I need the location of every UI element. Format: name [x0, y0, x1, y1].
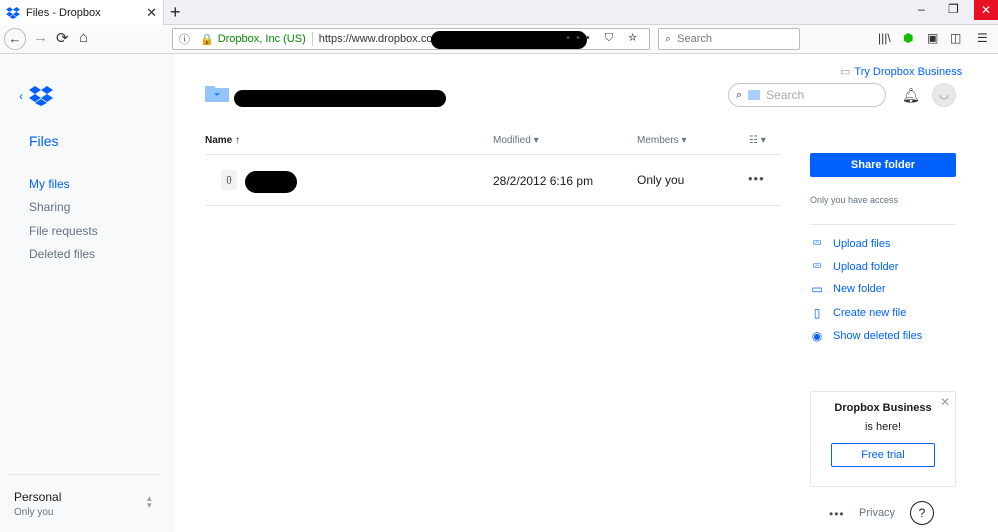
sidebar-section-files[interactable]: Files	[29, 133, 59, 149]
sidebar: ‹ Files My files Sharing File requests D…	[0, 54, 174, 532]
redacted-file-name	[245, 171, 297, 193]
new-folder-action[interactable]: ▭ New folder	[810, 282, 886, 296]
new-tab-button[interactable]: +	[170, 2, 181, 23]
lock-icon: 🔒	[200, 33, 214, 46]
show-deleted-files-action[interactable]: ◉ Show deleted files	[810, 329, 923, 343]
free-trial-button[interactable]: Free trial	[831, 443, 935, 467]
file-table-header: Name ↑ Modified ▾ Members ▾ ☷ ▾	[205, 135, 781, 155]
promo-title: Dropbox Business	[834, 402, 932, 414]
column-members[interactable]: Members ▾	[637, 135, 686, 146]
browser-search-placeholder: Search	[677, 33, 713, 45]
upload-folder-action[interactable]: ⮹ Upload folder	[810, 259, 898, 274]
sidebar-item-my-files[interactable]: My files	[29, 177, 70, 191]
back-button[interactable]: ←	[4, 28, 26, 50]
close-window-button[interactable]: ✕	[974, 0, 998, 20]
dropbox-favicon-icon	[6, 6, 20, 19]
sidebar-item-file-requests[interactable]: File requests	[29, 224, 98, 238]
briefcase-icon: ▭	[840, 66, 851, 78]
account-name[interactable]: Personal	[14, 490, 61, 504]
collapse-sidebar-icon[interactable]: ‹	[19, 89, 23, 103]
forward-button[interactable]: →	[33, 29, 48, 46]
info-icon[interactable]: ⓘ	[179, 31, 190, 47]
promo-subtitle: is here!	[864, 421, 902, 433]
privacy-link[interactable]: Privacy	[859, 507, 895, 519]
dropbox-search-input[interactable]: ⌕ Search	[728, 83, 886, 107]
sidebar-item-sharing[interactable]: Sharing	[29, 200, 70, 214]
browser-search-box[interactable]: ⌕ Search	[658, 28, 800, 50]
help-button[interactable]: ?	[910, 501, 934, 525]
upload-folder-icon: ⮹	[812, 259, 822, 273]
close-promo-icon[interactable]: ✕	[940, 395, 950, 409]
upload-file-icon: ⮹	[812, 236, 822, 250]
create-new-file-action[interactable]: ▯ Create new file	[810, 306, 907, 320]
cell-modified: 28/2/2012 6:16 pm	[493, 174, 594, 188]
address-bar[interactable]: ⓘ 🔒 Dropbox, Inc (US) https://www.dropbo…	[172, 28, 650, 50]
footer-more-icon[interactable]: •••	[829, 507, 845, 521]
reload-button[interactable]: ⟳	[56, 29, 69, 47]
menu-icon[interactable]: ☰	[977, 31, 988, 45]
shared-folder-icon	[205, 86, 229, 102]
home-button[interactable]: ⌂	[79, 29, 88, 46]
dropbox-search-placeholder: Search	[766, 88, 805, 102]
eye-icon: ◉	[811, 329, 823, 343]
table-row[interactable]: {} 28/2/2012 6:16 pm Only you •••	[205, 154, 781, 206]
tab-title: Files - Dropbox	[26, 6, 101, 19]
restore-button[interactable]: ❐	[948, 2, 959, 16]
dropbox-logo-icon[interactable]	[29, 86, 53, 106]
browser-tab[interactable]: Files - Dropbox ✕	[0, 0, 164, 25]
redacted-folder-title	[234, 90, 446, 107]
sidebar-divider	[8, 474, 160, 475]
url-divider	[311, 32, 313, 46]
sidebar-toggle-icon[interactable]: ◫	[950, 31, 961, 45]
new-file-icon: ▯	[813, 306, 821, 320]
create-new-file-label: Create new file	[833, 307, 907, 319]
avatar[interactable]: ◡	[932, 83, 956, 107]
upload-folder-label: Upload folder	[833, 260, 899, 273]
extension-icon[interactable]: ⬢	[903, 31, 913, 45]
upload-files-action[interactable]: ⮹ Upload files	[810, 236, 890, 251]
column-name[interactable]: Name ↑	[205, 135, 240, 146]
notifications-bell-icon[interactable]: 🔔︎	[902, 87, 920, 104]
folder-scope-icon	[748, 90, 761, 100]
new-folder-label: New folder	[833, 283, 886, 295]
try-business-label: Try Dropbox Business	[854, 65, 963, 78]
tab-close-icon[interactable]: ✕	[146, 5, 157, 21]
account-subtitle: Only you	[14, 507, 54, 518]
minimize-button[interactable]: –	[918, 2, 925, 16]
access-text: Only you have access	[810, 195, 899, 205]
redacted-url-block	[431, 31, 587, 49]
column-modified[interactable]: Modified ▾	[493, 135, 539, 146]
show-deleted-files-label: Show deleted files	[833, 330, 923, 342]
search-icon: ⌕	[665, 32, 672, 45]
account-switch-icon[interactable]: ▴ ▾	[147, 494, 152, 510]
search-icon: ⌕	[736, 88, 743, 101]
cell-members: Only you	[637, 173, 685, 187]
site-identity: Dropbox, Inc (US)	[217, 33, 306, 45]
browser-tab-bar: Files - Dropbox ✕ + – ❐ ✕	[0, 0, 998, 25]
browser-nav-bar: ← → ⟳ ⌂ ⓘ 🔒 Dropbox, Inc (US) https://ww…	[0, 25, 998, 54]
business-promo-card: ✕ Dropbox Business is here! Free trial	[810, 391, 956, 487]
page-actions-icons[interactable]: ••• ⛉ ☆	[566, 32, 643, 45]
library-icon[interactable]: |||\	[878, 31, 891, 45]
row-more-options-icon[interactable]: •••	[748, 171, 765, 186]
new-folder-icon: ▭	[811, 282, 823, 296]
share-folder-button[interactable]: Share folder	[810, 153, 956, 177]
sidebar-item-deleted-files[interactable]: Deleted files	[29, 247, 95, 261]
main-content: ▭ Try Dropbox Business ⌕ Search 🔔︎ ◡ Nam…	[174, 54, 998, 532]
view-options-icon[interactable]: ☷ ▾	[749, 135, 766, 146]
upload-files-label: Upload files	[833, 237, 891, 250]
try-business-link[interactable]: ▭ Try Dropbox Business	[840, 65, 963, 79]
code-file-icon: {}	[221, 170, 237, 190]
right-panel-divider	[810, 224, 956, 225]
screenshot-icon[interactable]: ▣	[927, 31, 938, 45]
